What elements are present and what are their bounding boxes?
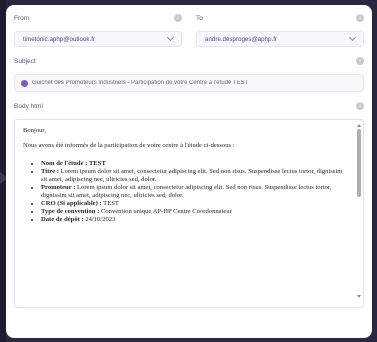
to-label-row: To i bbox=[196, 11, 364, 25]
editor-content: Bonjour, Nous avons été informés de la p… bbox=[15, 120, 363, 224]
from-select[interactable]: timetonic.aphp@outlook.fr bbox=[14, 31, 182, 47]
subject-input[interactable]: Guichet des Promoteurs Industriels - Par… bbox=[14, 74, 364, 92]
scroll-thumb[interactable] bbox=[356, 129, 361, 197]
item-value: Lorem ipsum dolor sit amet, consectetur … bbox=[41, 184, 332, 199]
list-item: Nom de l'étude : TEST bbox=[41, 160, 345, 168]
from-value: timetonic.aphp@outlook.fr bbox=[23, 35, 95, 43]
body-intro: Nous avons été informés de la participat… bbox=[23, 142, 235, 149]
info-icon[interactable]: i bbox=[356, 57, 364, 65]
item-key: Titre : bbox=[41, 168, 59, 175]
item-value: TEST bbox=[103, 200, 119, 207]
body-field-group: Body html i Bonjour, Nous avons été info… bbox=[14, 99, 364, 308]
item-value: Convention unique AP-HP Centre Coordonna… bbox=[100, 208, 232, 215]
list-item: Date de dépôt : 24/10/2023 bbox=[41, 216, 345, 224]
subject-label-row: Subject i bbox=[14, 54, 364, 68]
scroll-up-icon[interactable] bbox=[356, 124, 361, 127]
body-html-editor[interactable]: Bonjour, Nous avons été informés de la p… bbox=[14, 119, 364, 308]
to-label: To bbox=[196, 14, 203, 22]
item-value: 24/10/2023 bbox=[85, 216, 116, 223]
item-value: TEST bbox=[89, 160, 106, 167]
item-key: CRO (Si applicable) : bbox=[41, 200, 102, 207]
to-field-group: To i andre.desproges@aphp.fr bbox=[196, 11, 364, 47]
body-label-row: Body html i bbox=[14, 99, 364, 113]
subject-label: Subject bbox=[14, 57, 36, 65]
to-select[interactable]: andre.desproges@aphp.fr bbox=[196, 31, 364, 47]
list-item: CRO (Si applicable) : TEST bbox=[41, 200, 345, 208]
from-label-row: From i bbox=[14, 11, 182, 25]
item-key: Promoteur : bbox=[41, 184, 76, 191]
list-item: Type de convention : Convention unique A… bbox=[41, 208, 345, 216]
from-label: From bbox=[14, 14, 30, 22]
subject-field-group: Subject i Guichet des Promoteurs Industr… bbox=[14, 54, 364, 92]
item-value: Lorem ipsum dolor sit amet, consectetur … bbox=[41, 168, 343, 183]
study-details-list: Nom de l'étude : TEST Titre : Lorem ipsu… bbox=[23, 160, 345, 224]
editor-scrollbar[interactable] bbox=[356, 124, 361, 302]
body-label: Body html bbox=[14, 102, 43, 110]
scroll-track[interactable] bbox=[357, 197, 361, 293]
scroll-down-icon[interactable] bbox=[356, 295, 361, 298]
chevron-down-icon bbox=[166, 33, 175, 42]
list-item: Promoteur : Lorem ipsum dolor sit amet, … bbox=[41, 184, 345, 200]
subject-value: Guichet des Promoteurs Industriels - Par… bbox=[32, 80, 249, 86]
info-icon[interactable]: i bbox=[356, 102, 364, 110]
status-dot-icon bbox=[21, 79, 28, 87]
item-key: Date de dépôt : bbox=[41, 216, 84, 223]
info-icon[interactable]: i bbox=[174, 14, 182, 22]
list-item: Titre : Lorem ipsum dolor sit amet, cons… bbox=[41, 168, 345, 184]
email-form-card: From i timetonic.aphp@outlook.fr To i an… bbox=[6, 5, 372, 338]
from-to-row: From i timetonic.aphp@outlook.fr To i an… bbox=[14, 11, 364, 47]
chevron-down-icon bbox=[348, 33, 357, 42]
from-field-group: From i timetonic.aphp@outlook.fr bbox=[14, 11, 182, 47]
to-value: andre.desproges@aphp.fr bbox=[205, 35, 277, 43]
item-key: Type de convention : bbox=[41, 208, 100, 215]
item-key: Nom de l'étude : bbox=[41, 160, 88, 167]
info-icon[interactable]: i bbox=[356, 14, 364, 22]
body-greeting: Bonjour, bbox=[23, 127, 46, 134]
